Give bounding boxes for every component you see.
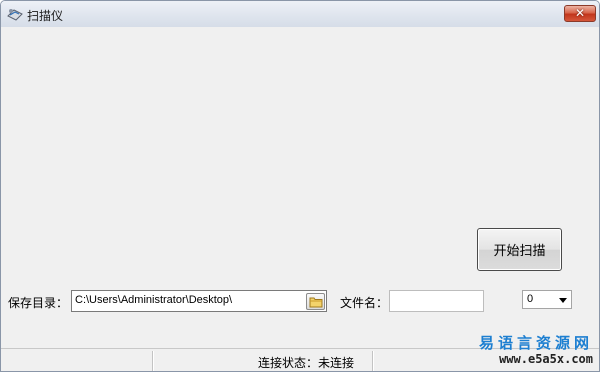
scanner-icon: [7, 7, 23, 21]
close-button[interactable]: ✕: [564, 5, 596, 22]
connection-status: 连接状态：未连接: [258, 356, 355, 370]
select-value: 0: [527, 293, 534, 305]
watermark-site-name: 易语言资源网: [478, 334, 593, 352]
status-separator: [372, 351, 374, 371]
browse-folder-button[interactable]: [306, 293, 325, 310]
save-dir-input[interactable]: C:\Users\Administrator\Desktop\: [71, 290, 327, 312]
site-watermark: 易语言资源网 www.e5a5x.com: [478, 334, 593, 366]
title-bar[interactable]: 扫描仪 ✕: [1, 1, 599, 27]
save-dir-value: C:\Users\Administrator\Desktop\: [75, 294, 233, 306]
save-dir-label: 保存目录：: [8, 296, 69, 310]
file-name-label: 文件名：: [340, 296, 389, 310]
folder-icon: [309, 297, 323, 308]
status-separator: [152, 351, 154, 371]
watermark-site-url: www.e5a5x.com: [499, 352, 593, 366]
window-title: 扫描仪: [27, 9, 64, 23]
page-count-select[interactable]: 0: [522, 290, 572, 309]
file-name-input[interactable]: [389, 290, 484, 312]
chevron-down-icon: [559, 298, 567, 303]
app-window: 扫描仪 ✕ 开始扫描 保存目录： C:\Users\Administrator\…: [0, 0, 600, 372]
start-scan-button[interactable]: 开始扫描: [477, 228, 562, 271]
close-icon: ✕: [574, 6, 586, 20]
